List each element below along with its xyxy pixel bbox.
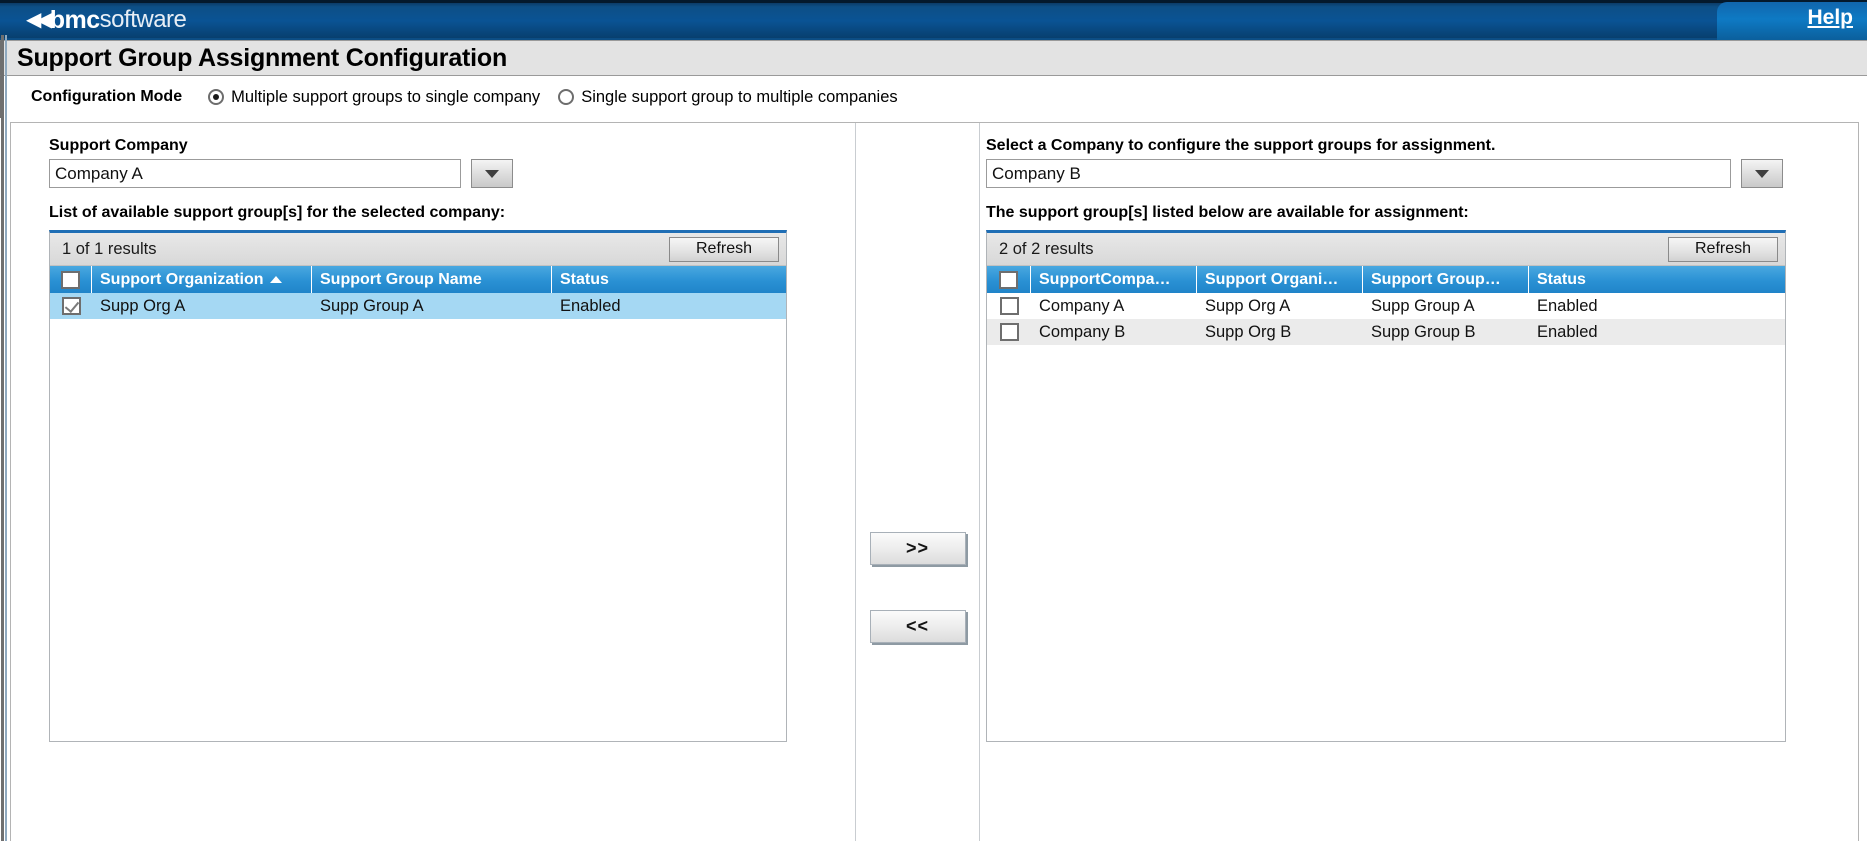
brand-bar: ◀◀ bmc software Help — [0, 0, 1867, 40]
left-header-select-all[interactable] — [50, 266, 92, 293]
help-link[interactable]: Help — [1807, 6, 1853, 30]
move-right-button[interactable]: >> — [870, 532, 966, 565]
checkbox-icon-select-all-right[interactable] — [999, 271, 1018, 289]
right-row-0-checkbox-cell[interactable] — [987, 293, 1031, 319]
left-header-status[interactable]: Status — [552, 266, 786, 293]
support-company-input-row: Company A — [49, 159, 849, 188]
right-row-0-support-group-name: Supp Group A — [1363, 293, 1529, 319]
select-company-input[interactable]: Company B — [986, 159, 1731, 188]
left-panel: Support Company Company A List of availa… — [11, 123, 849, 841]
radio-option-multiple-groups[interactable]: Multiple support groups to single compan… — [208, 88, 540, 107]
right-row-1-support-organization: Supp Org B — [1197, 319, 1363, 345]
select-company-dropdown-button[interactable] — [1741, 159, 1783, 188]
support-company-dropdown-button[interactable] — [471, 159, 513, 188]
checkbox-icon-row-right-1[interactable] — [1000, 323, 1019, 341]
left-list-label: List of available support group[s] for t… — [49, 204, 849, 222]
right-panel: Select a Company to configure the suppor… — [980, 123, 1820, 841]
right-row-0-support-organization: Supp Org A — [1197, 293, 1363, 319]
right-row-1-status: Enabled — [1529, 319, 1785, 345]
checkbox-icon-select-all-left[interactable] — [61, 271, 80, 289]
right-header-status[interactable]: Status — [1529, 266, 1785, 293]
left-header-support-organization[interactable]: Support Organization — [92, 266, 312, 293]
chevron-down-icon — [1755, 170, 1769, 178]
table-row[interactable]: Company B Supp Org B Supp Group B Enable… — [987, 319, 1785, 345]
table-row[interactable]: Company A Supp Org A Supp Group A Enable… — [987, 293, 1785, 319]
logo-arrow-icon: ◀◀ — [26, 10, 47, 30]
left-table-header-row: Support Organization Support Group Name … — [50, 266, 786, 293]
left-header-support-group-name[interactable]: Support Group Name — [312, 266, 552, 293]
right-refresh-button[interactable]: Refresh — [1668, 237, 1778, 262]
checkbox-icon-row-right-0[interactable] — [1000, 297, 1019, 315]
support-company-input[interactable]: Company A — [49, 159, 461, 188]
right-table-header-row: SupportCompa… Support Organi… Support Gr… — [987, 266, 1785, 293]
configuration-mode-label: Configuration Mode — [31, 88, 182, 106]
page-title-bar: Support Group Assignment Configuration — [0, 40, 1867, 76]
page-title: Support Group Assignment Configuration — [3, 44, 507, 73]
left-row-support-group-name: Supp Group A — [312, 293, 552, 319]
radio-label-single-group: Single support group to multiple compani… — [581, 88, 897, 107]
move-left-button[interactable]: << — [870, 610, 966, 643]
radio-label-multiple-groups: Multiple support groups to single compan… — [231, 88, 540, 107]
right-list-label: The support group[s] listed below are av… — [986, 204, 1820, 222]
checkbox-icon-row-left[interactable] — [62, 297, 81, 315]
left-results-count: 1 of 1 results — [62, 240, 156, 259]
main-content-frame: Support Company Company A List of availa… — [10, 122, 1859, 841]
select-company-label: Select a Company to configure the suppor… — [986, 137, 1820, 155]
logo-software-text: software — [100, 6, 187, 34]
assignable-support-groups-table: 2 of 2 results Refresh SupportCompa… Sup… — [986, 230, 1786, 742]
right-header-support-organization[interactable]: Support Organi… — [1197, 266, 1363, 293]
configuration-mode-row: Configuration Mode Multiple support grou… — [0, 76, 1867, 118]
left-row-support-organization: Supp Org A — [92, 293, 312, 319]
right-row-1-support-group-name: Supp Group B — [1363, 319, 1529, 345]
left-row-status: Enabled — [552, 293, 786, 319]
bmc-logo: ◀◀ bmc software — [26, 6, 186, 34]
support-company-label: Support Company — [49, 137, 849, 155]
left-table-toolbar: 1 of 1 results Refresh — [50, 233, 786, 266]
right-header-select-all[interactable] — [987, 266, 1031, 293]
transfer-buttons-panel: >> << — [855, 123, 980, 841]
select-company-input-row: Company B — [986, 159, 1820, 188]
right-header-support-group-name[interactable]: Support Group… — [1363, 266, 1529, 293]
right-table-toolbar: 2 of 2 results Refresh — [987, 233, 1785, 266]
right-row-1-support-company: Company B — [1031, 319, 1197, 345]
right-header-support-company[interactable]: SupportCompa… — [1031, 266, 1197, 293]
right-row-0-support-company: Company A — [1031, 293, 1197, 319]
sort-ascending-icon — [270, 276, 282, 283]
left-row-checkbox-cell[interactable] — [50, 293, 92, 319]
right-row-1-checkbox-cell[interactable] — [987, 319, 1031, 345]
left-header-support-organization-label: Support Organization — [100, 271, 264, 289]
logo-bmc-text: bmc — [50, 6, 100, 35]
right-row-0-status: Enabled — [1529, 293, 1785, 319]
available-support-groups-table: 1 of 1 results Refresh Support Organizat… — [49, 230, 787, 742]
radio-option-single-group[interactable]: Single support group to multiple compani… — [558, 88, 897, 107]
radio-icon-multiple-groups[interactable] — [208, 89, 224, 105]
radio-icon-single-group[interactable] — [558, 89, 574, 105]
chevron-down-icon — [485, 170, 499, 178]
left-refresh-button[interactable]: Refresh — [669, 237, 779, 262]
table-row[interactable]: Supp Org A Supp Group A Enabled — [50, 293, 786, 319]
right-results-count: 2 of 2 results — [999, 240, 1093, 259]
